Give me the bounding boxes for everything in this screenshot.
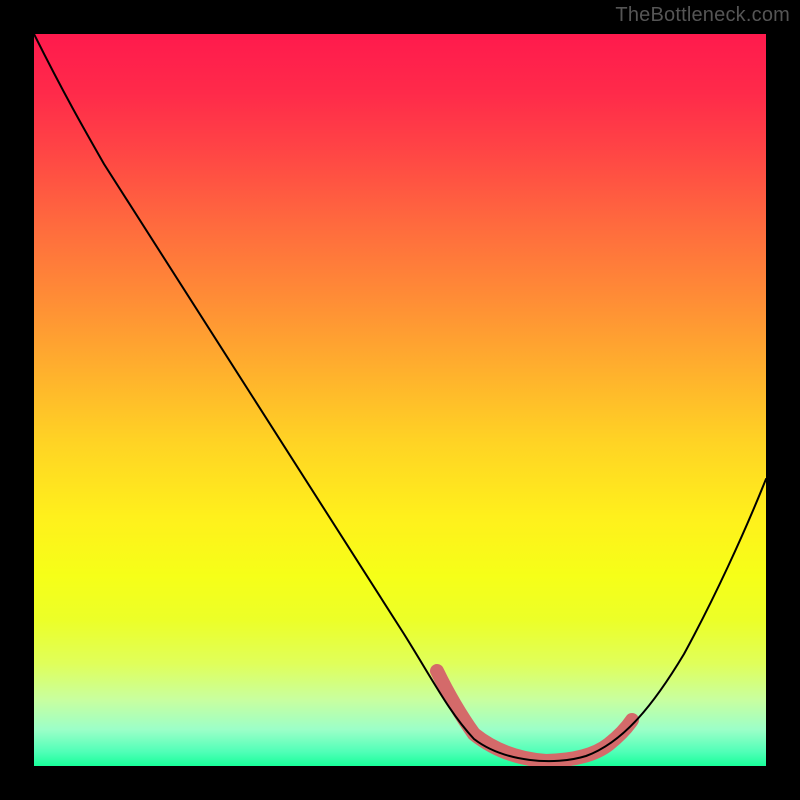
bottleneck-curve: [34, 34, 766, 761]
watermark-text: TheBottleneck.com: [615, 4, 790, 27]
plot-area: [34, 34, 766, 766]
chart-stage: TheBottleneck.com: [0, 0, 800, 800]
curve-layer: [34, 34, 766, 766]
